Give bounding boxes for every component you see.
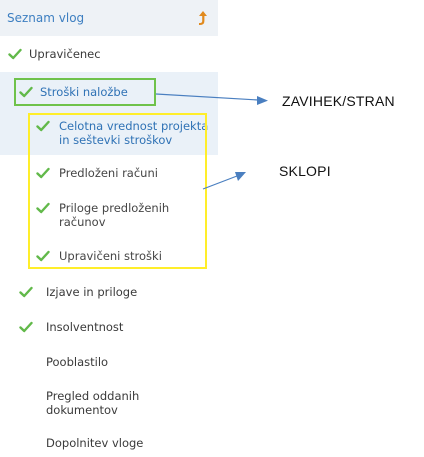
annotation-arrows	[155, 93, 268, 190]
sections-annotation-arrowhead	[235, 172, 246, 181]
sections-annotation-arrow	[202, 175, 238, 190]
sections-annotation-label: SKLOPI	[279, 163, 331, 179]
tab-annotation-arrow	[155, 93, 259, 101]
tab-annotation-arrowhead	[257, 96, 268, 105]
tab-annotation-label: ZAVIHEK/STRAN	[282, 93, 395, 109]
